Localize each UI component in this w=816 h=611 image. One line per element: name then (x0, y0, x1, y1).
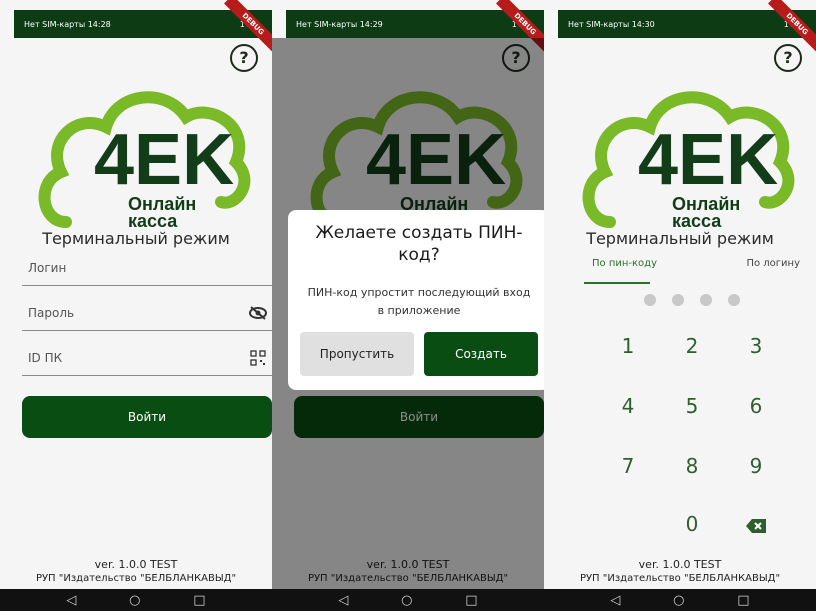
key-0[interactable]: 0 (672, 512, 712, 536)
logo: 4EK Онлайн касса (38, 91, 251, 231)
status-left: Нет SIM-карты 14:30 (568, 19, 655, 29)
key-7[interactable]: 7 (608, 454, 648, 478)
help-button[interactable]: ? (230, 44, 258, 72)
home-icon[interactable]: ○ (401, 593, 412, 608)
login-field[interactable]: Логин (22, 250, 272, 286)
enter-button[interactable]: Войти (22, 396, 272, 438)
nav-bar: ◁ ○ □ (544, 589, 816, 611)
login-screen: Нет SIM-карты 14:28 100 DEBUG ? 4EK Онла… (0, 0, 272, 611)
home-icon[interactable]: ○ (673, 593, 684, 608)
pin-dots (644, 294, 740, 306)
login-label: Логин (28, 260, 67, 275)
pin-screen: Нет SIM-карты 14:30 100 DEBUG ? 4EK Онла… (544, 0, 816, 611)
key-8[interactable]: 8 (672, 454, 712, 478)
pin-dot (700, 294, 712, 306)
tab-login[interactable]: По логину (746, 258, 800, 269)
key-6[interactable]: 6 (736, 394, 776, 418)
skip-button[interactable]: Пропустить (300, 332, 414, 376)
tab-pin[interactable]: По пин-коду (584, 258, 657, 284)
footer: ver. 1.0.0 TEST РУП "Издательство "БЕЛБЛ… (544, 558, 816, 584)
qr-scan-icon[interactable] (248, 348, 268, 368)
idpk-field[interactable]: ID ПК (22, 340, 272, 376)
org-text: РУП "Издательство "БЕЛБЛАНКАВЫД" (35, 573, 237, 584)
eye-off-icon[interactable] (248, 303, 268, 323)
org-text: РУП "Издательство "БЕЛБЛАНКАВЫД" (579, 573, 781, 584)
pin-dot (672, 294, 684, 306)
status-left: Нет SIM-карты 14:28 (24, 19, 111, 29)
mode-title: Терминальный режим (42, 229, 230, 248)
dialog-title: Желаете создать ПИН-код? (315, 223, 523, 265)
password-label: Пароль (28, 305, 75, 320)
logo-mark: 4EK (94, 120, 234, 200)
pin-dialog: Желаете создать ПИН-код? ПИН-код упрости… (288, 210, 544, 390)
recent-apps-icon[interactable]: □ (465, 593, 477, 608)
key-4[interactable]: 4 (608, 394, 648, 418)
logo-line2: касса (672, 211, 722, 231)
password-field[interactable]: Пароль (22, 295, 272, 331)
key-3[interactable]: 3 (736, 334, 776, 358)
pin-dialog-screen: Нет SIM-карты 14:29 100 DEBUG ? 4EK Онла… (272, 0, 544, 611)
key-1[interactable]: 1 (608, 334, 648, 358)
back-icon[interactable]: ◁ (338, 593, 348, 608)
key-5[interactable]: 5 (672, 394, 712, 418)
login-method-tabs: По пин-коду По логину (584, 258, 800, 288)
logo-line2: касса (128, 211, 178, 231)
pin-dot (728, 294, 740, 306)
back-icon[interactable]: ◁ (610, 593, 620, 608)
dialog-message: ПИН-код упростит последующий вход в прил… (307, 286, 531, 317)
status-bar: Нет SIM-карты 14:30 100 DEBUG (558, 0, 816, 53)
version-text: ver. 1.0.0 TEST (638, 558, 722, 571)
logo-mark: 4EK (638, 120, 778, 200)
backspace-icon[interactable] (736, 514, 776, 538)
home-icon[interactable]: ○ (129, 593, 140, 608)
nav-bar: ◁ ○ □ (0, 589, 272, 611)
footer: ver. 1.0.0 TEST РУП "Издательство "БЕЛБЛ… (0, 558, 272, 584)
status-left: Нет SIM-карты 14:29 (296, 19, 383, 29)
logo: 4EK Онлайн касса (582, 91, 795, 231)
recent-apps-icon[interactable]: □ (737, 593, 749, 608)
pin-dot (644, 294, 656, 306)
nav-bar: ◁ ○ □ (272, 589, 544, 611)
idpk-label: ID ПК (28, 350, 63, 365)
version-text: ver. 1.0.0 TEST (94, 558, 178, 571)
recent-apps-icon[interactable]: □ (193, 593, 205, 608)
mode-title: Терминальный режим (586, 229, 774, 248)
key-2[interactable]: 2 (672, 334, 712, 358)
status-bar: Нет SIM-карты 14:28 100 DEBUG (14, 0, 272, 53)
status-bar: Нет SIM-карты 14:29 100 DEBUG (286, 0, 544, 53)
key-9[interactable]: 9 (736, 454, 776, 478)
create-button[interactable]: Создать (424, 332, 538, 376)
help-button[interactable]: ? (774, 44, 802, 72)
back-icon[interactable]: ◁ (66, 593, 76, 608)
